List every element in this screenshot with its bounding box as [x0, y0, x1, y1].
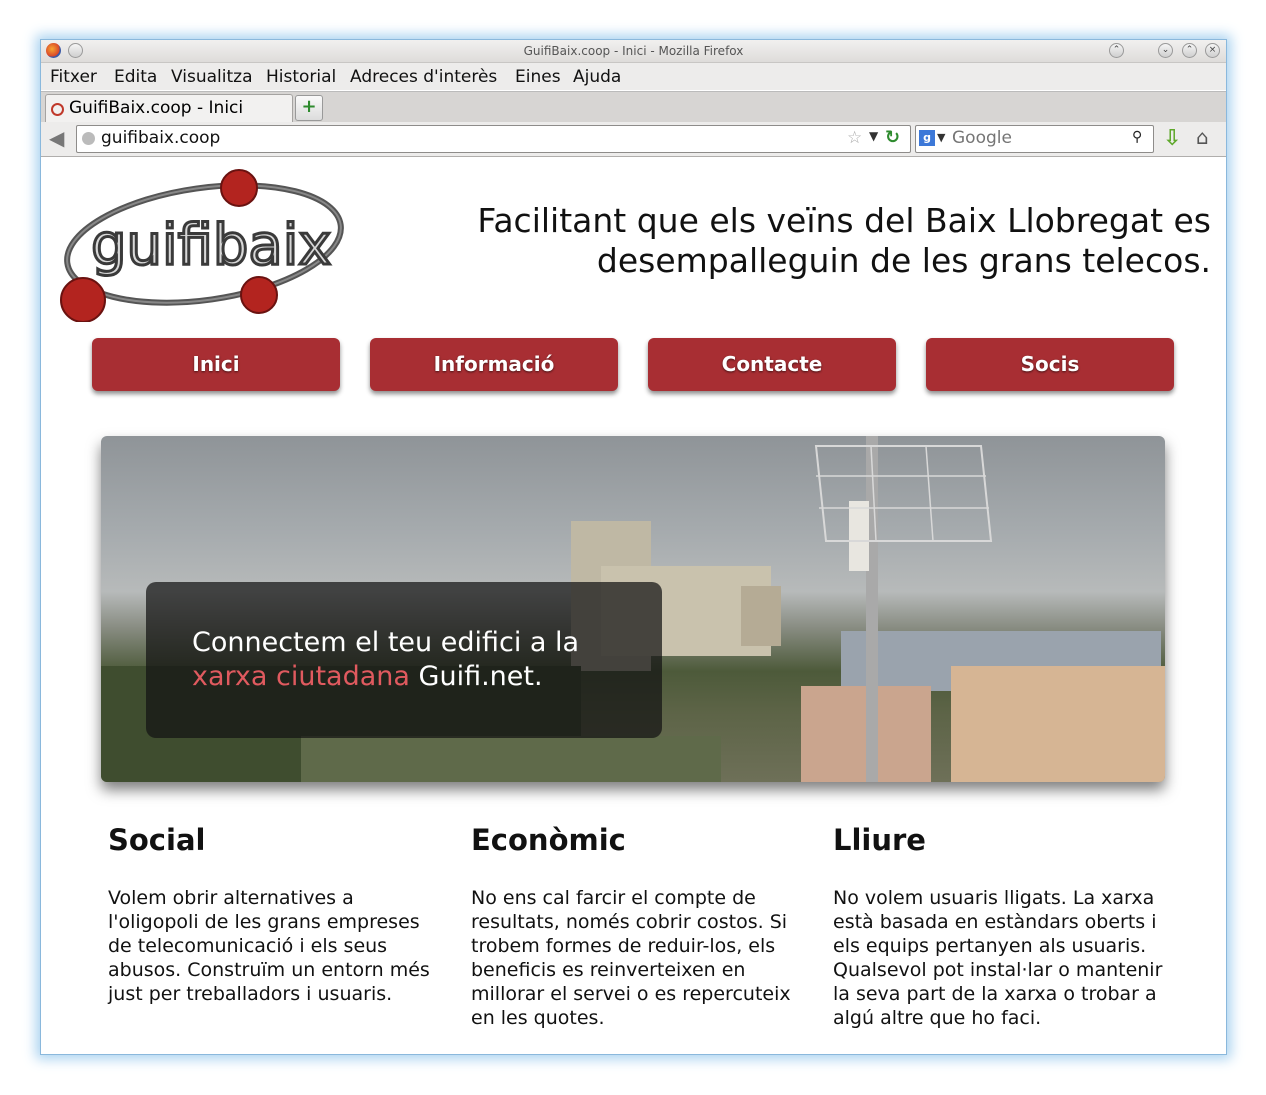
keep-above-icon[interactable]: ⌃: [1109, 43, 1124, 58]
new-tab-button[interactable]: +: [295, 95, 323, 121]
maximize-icon[interactable]: ⌃: [1182, 43, 1197, 58]
menu-bar: Fitxer Edita Visualitza Historial Adrece…: [41, 63, 1226, 90]
column-lliure: Lliure No volem usuaris lligats. La xarx…: [833, 822, 1168, 1030]
site-identity-icon[interactable]: [82, 132, 95, 145]
site-tagline: Facilitant que els veïns del Baix Llobre…: [421, 201, 1211, 281]
search-input[interactable]: [952, 128, 1122, 148]
hero-caption-box: Connectem el teu edifici a la xarxa ciuta…: [146, 582, 662, 738]
nav-button-inici[interactable]: Inici: [92, 338, 340, 391]
history-dropdown-icon[interactable]: ▼: [869, 129, 878, 143]
xarxa-ciutadana-link[interactable]: xarxa ciutadana: [192, 661, 410, 692]
nav-button-contacte[interactable]: Contacte: [648, 338, 896, 391]
column-social: Social Volem obrir alternatives a l'olig…: [108, 822, 448, 1006]
title-bar: GuifiBaix.coop - Inici - Mozilla Firefox…: [41, 40, 1226, 63]
url-input[interactable]: [101, 128, 821, 148]
menu-edita[interactable]: Edita: [114, 67, 157, 87]
tagline-line-1: Facilitant que els veïns del Baix Llobre…: [477, 201, 1211, 240]
search-engine-icon[interactable]: g: [919, 130, 935, 146]
search-bar[interactable]: g ▼ ⚲: [915, 125, 1154, 153]
hero-text-end: Guifi.net.: [409, 661, 543, 692]
page-content: guifibaix Facilitant que els veïns del B…: [41, 157, 1226, 1054]
menu-historial[interactable]: Historial: [266, 67, 336, 87]
minimize-icon[interactable]: ⌄: [1158, 43, 1173, 58]
navigation-bar: ◀ ☆ ▼ ↻ g ▼ ⚲ ⇩ ⌂: [41, 122, 1226, 157]
binoculars-icon[interactable]: ⚲: [1132, 129, 1142, 145]
column-title-social: Social: [108, 823, 206, 857]
column-economic: Econòmic No ens cal farcir el compte de …: [471, 822, 801, 1030]
menu-visualitza[interactable]: Visualitza: [171, 67, 252, 87]
close-icon[interactable]: ×: [1205, 43, 1220, 58]
hero-caption: Connectem el teu edifici a la xarxa ciuta…: [192, 626, 652, 694]
column-title-lliure: Lliure: [833, 823, 926, 857]
back-arrow-icon[interactable]: ◀: [49, 128, 71, 150]
home-icon[interactable]: ⌂: [1196, 125, 1209, 149]
nav-button-informacio[interactable]: Informació: [370, 338, 618, 391]
svg-text:guifibaix: guifibaix: [91, 213, 331, 278]
tab-inici[interactable]: GuifiBaix.coop - Inici: [45, 94, 293, 123]
reload-icon[interactable]: ↻: [885, 127, 900, 148]
nav-button-socis[interactable]: Socis: [926, 338, 1174, 391]
hero-text-start: Connectem el teu edifici a la: [192, 627, 580, 658]
download-arrow-icon[interactable]: ⇩: [1163, 126, 1181, 151]
tab-bar: GuifiBaix.coop - Inici +: [41, 91, 1226, 123]
column-text-lliure: No volem usuaris lligats. La xarxa està …: [833, 887, 1163, 1029]
hero-banner: Connectem el teu edifici a la xarxa ciuta…: [101, 436, 1165, 782]
guifibaix-logo[interactable]: guifibaix: [59, 162, 344, 322]
column-text-social: Volem obrir alternatives a l'oligopoli d…: [108, 887, 430, 1005]
window-title: GuifiBaix.coop - Inici - Mozilla Firefox: [523, 44, 744, 58]
url-bar[interactable]: ☆ ▼ ↻: [76, 125, 911, 153]
browser-window: GuifiBaix.coop - Inici - Mozilla Firefox…: [40, 39, 1227, 1055]
favicon-icon: [51, 103, 64, 116]
tagline-line-2: desempalleguin de les grans telecos.: [596, 241, 1211, 280]
column-title-economic: Econòmic: [471, 823, 626, 857]
tab-label: GuifiBaix.coop - Inici: [69, 98, 244, 118]
bookmark-star-icon[interactable]: ☆: [847, 128, 862, 148]
menu-adreces[interactable]: Adreces d'interès: [350, 67, 497, 87]
menu-fitxer[interactable]: Fitxer: [50, 67, 97, 87]
menu-ajuda[interactable]: Ajuda: [573, 67, 621, 87]
column-text-economic: No ens cal farcir el compte de resultats…: [471, 887, 791, 1029]
menu-eines[interactable]: Eines: [515, 67, 561, 87]
search-engine-dropdown-icon[interactable]: ▼: [937, 131, 945, 144]
